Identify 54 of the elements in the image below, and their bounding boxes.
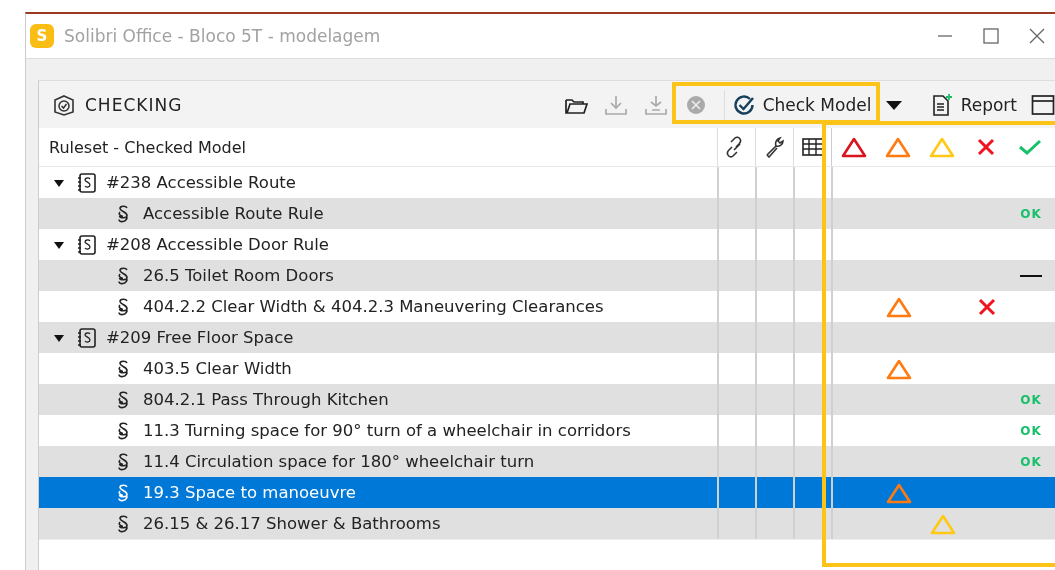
- rule-name[interactable]: 404.2.2 Clear Width & 404.2.3 Maneuvering Clearances: [143, 297, 604, 316]
- warning-triangle-icon: [930, 512, 956, 535]
- ruleset-name[interactable]: #238 Accessible Route: [106, 173, 296, 192]
- rule-name[interactable]: 26.15 & 26.17 Shower & Bathrooms: [143, 514, 441, 533]
- rule-name[interactable]: 19.3 Space to manoeuvre: [143, 483, 356, 502]
- ruleset-icon: [77, 233, 97, 256]
- checking-icon: [53, 93, 75, 116]
- caret-icon: [885, 98, 904, 111]
- ruleset-name[interactable]: #209 Free Floor Space: [106, 328, 294, 347]
- cross-icon: [977, 297, 997, 316]
- rule-name[interactable]: 804.2.1 Pass Through Kitchen: [143, 390, 389, 409]
- rule-name[interactable]: 11.3 Turning space for 90° turn of a wheelchair in corridors: [143, 421, 631, 440]
- ruleset-icon: [77, 326, 97, 349]
- rule-name[interactable]: 11.4 Circulation space for 180° wheelchair turn: [143, 452, 535, 471]
- section-icon: [116, 481, 130, 504]
- section-icon: [116, 295, 130, 318]
- check-model-button[interactable]: Check Model: [726, 87, 923, 122]
- section-icon: [116, 357, 130, 380]
- warning-triangle-icon: [885, 136, 911, 158]
- wrench-icon: [763, 136, 786, 158]
- ruleset-name[interactable]: #208 Accessible Door Rule: [106, 235, 329, 254]
- section-icon: [116, 388, 130, 411]
- warning-triangle-icon: [886, 295, 912, 318]
- report-button[interactable]: Report: [924, 86, 1023, 123]
- ok-label: OK: [1020, 206, 1042, 221]
- ok-label: OK: [1020, 392, 1042, 407]
- section-icon: [116, 202, 130, 225]
- maximize-icon[interactable]: [983, 28, 999, 44]
- rule-name[interactable]: 26.5 Toilet Room Doors: [143, 266, 334, 285]
- ok-label: OK: [1020, 454, 1042, 469]
- ruleset-icon: [77, 171, 97, 194]
- panel-title: CHECKING: [85, 94, 184, 115]
- rule-name[interactable]: Accessible Route Rule: [143, 204, 324, 223]
- layout-icon[interactable]: [1031, 93, 1055, 116]
- warning-triangle-icon: [929, 136, 955, 158]
- warning-triangle-icon: [841, 136, 867, 158]
- check-icon: [1018, 138, 1042, 156]
- check-circle-icon: [732, 93, 755, 116]
- section-icon: [116, 450, 130, 473]
- cross-icon: [976, 138, 996, 156]
- section-icon: [116, 512, 130, 535]
- column-header: Ruleset - Checked Model: [48, 136, 247, 159]
- table-icon: [801, 136, 824, 158]
- window-title: Solibri Office - Bloco 5T - modelagem: [64, 26, 382, 46]
- dash-icon: [1020, 274, 1042, 277]
- close-icon[interactable]: [1029, 28, 1045, 44]
- ok-label: OK: [1020, 423, 1042, 438]
- warning-triangle-icon: [886, 481, 912, 504]
- document-plus-icon: [930, 92, 953, 117]
- section-icon: [116, 419, 130, 442]
- warning-triangle-icon: [886, 357, 912, 380]
- app-logo: S: [30, 24, 54, 48]
- section-icon: [116, 264, 130, 287]
- rule-name[interactable]: 403.5 Clear Width: [143, 359, 292, 378]
